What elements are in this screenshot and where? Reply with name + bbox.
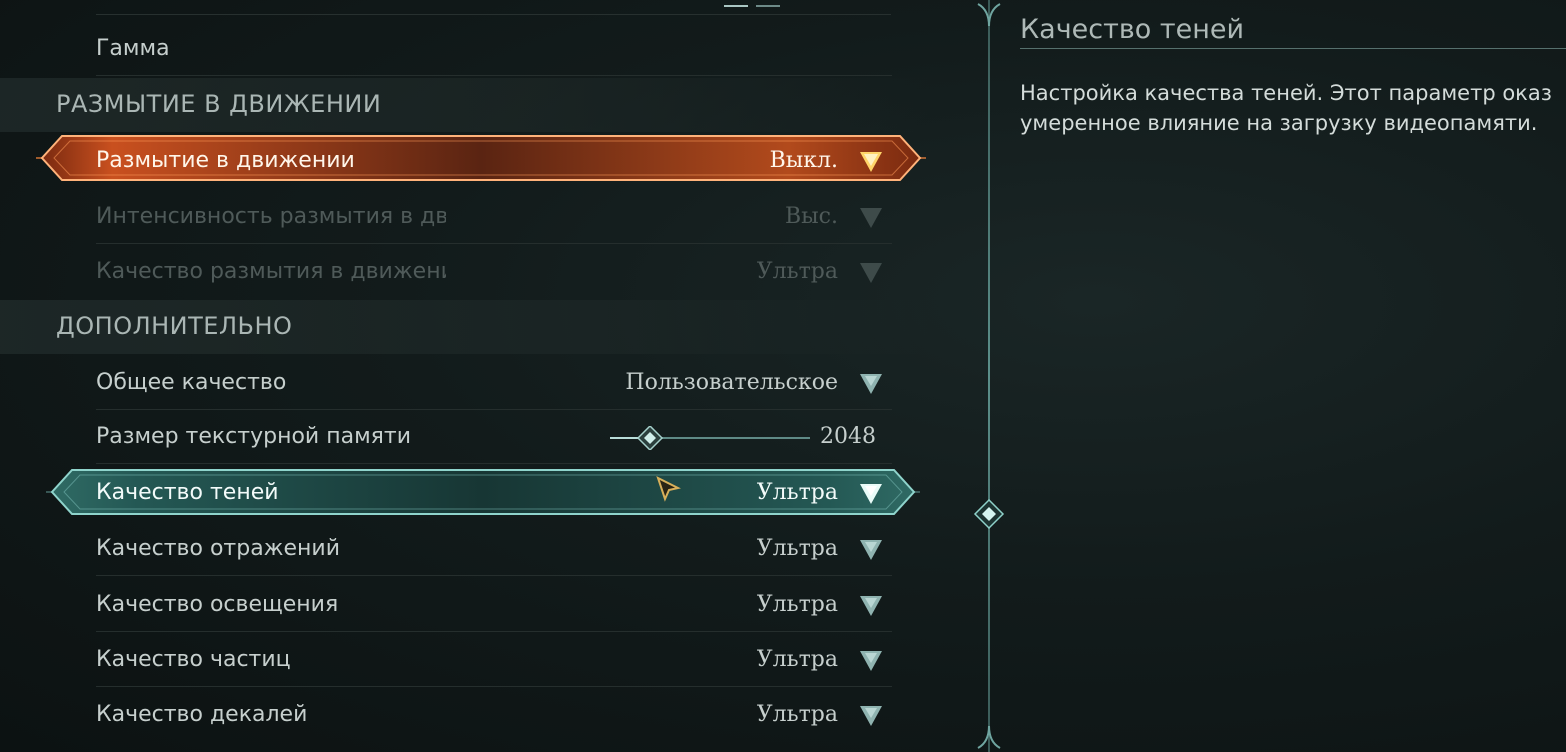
- dropdown-arrow-icon[interactable]: [858, 538, 884, 562]
- setting-label: Размер текстурной памяти: [96, 424, 412, 449]
- divider-diamond-icon: [973, 498, 1005, 530]
- section-header-advanced: ДОПОЛНИТЕЛЬНО: [56, 312, 293, 340]
- row-separator: [96, 463, 892, 464]
- scroll-indicator: [724, 5, 780, 9]
- setting-row-motion-blur[interactable]: Размытие в движении Выкл.: [96, 136, 886, 184]
- setting-row-blur-quality: Качество размытия в движени Ультра: [96, 247, 886, 295]
- arrow-cursor-icon: [656, 476, 681, 502]
- dropdown-arrow-icon: [860, 208, 882, 228]
- setting-value: Ультра: [756, 536, 838, 561]
- info-line: Настройка качества теней. Этот параметр …: [1020, 81, 1552, 105]
- dropdown-arrow-icon[interactable]: [858, 594, 884, 618]
- info-panel-title: Качество теней: [1020, 14, 1245, 45]
- setting-row-texture-memory[interactable]: Размер текстурной памяти 2048: [96, 412, 892, 464]
- row-separator: [96, 409, 892, 410]
- dropdown-arrow-icon[interactable]: [858, 704, 884, 728]
- info-panel-rule: [1020, 48, 1566, 49]
- setting-label: Качество освещения: [96, 592, 339, 617]
- setting-value: Ультра: [756, 647, 838, 672]
- setting-value: Ультра: [756, 592, 838, 617]
- dropdown-arrow-icon[interactable]: [858, 150, 884, 174]
- setting-label: Размытие в движении: [96, 148, 355, 173]
- section-header-motion-blur: РАЗМЫТИЕ В ДВИЖЕНИИ: [56, 90, 382, 118]
- setting-value: Пользовательское: [625, 370, 838, 395]
- row-separator: [96, 575, 892, 576]
- setting-label: Интенсивность размытия в дви: [96, 204, 446, 229]
- dropdown-arrow-icon: [860, 263, 882, 283]
- divider-line: [96, 14, 891, 15]
- setting-value: Ультра: [756, 480, 838, 505]
- setting-row-decal-quality[interactable]: Качество декалей Ультра: [96, 690, 886, 738]
- setting-label: Качество размытия в движени: [96, 259, 446, 284]
- scroll-tab-inactive: [756, 5, 780, 7]
- divider-bottom-ornament-icon: [977, 726, 1001, 749]
- setting-row-shadow-quality[interactable]: Качество теней Ультра: [96, 468, 886, 516]
- slider-handle-diamond-icon: [636, 426, 664, 450]
- texture-memory-slider[interactable]: [610, 426, 810, 450]
- setting-row-reflection-quality[interactable]: Качество отражений Ультра: [96, 524, 892, 576]
- slider-value: 2048: [820, 424, 876, 449]
- setting-value: Ультра: [756, 259, 838, 284]
- row-separator: [96, 75, 892, 76]
- row-separator: [96, 243, 892, 244]
- divider-top-ornament-icon: [977, 3, 1001, 27]
- setting-label: Качество теней: [96, 480, 279, 505]
- setting-row-lighting-quality[interactable]: Качество освещения Ультра: [96, 580, 892, 632]
- setting-value: Ультра: [756, 702, 838, 727]
- dropdown-arrow-icon[interactable]: [858, 372, 884, 396]
- row-separator: [96, 686, 892, 687]
- setting-value: Выс.: [785, 204, 838, 229]
- info-panel-description: Настройка качества теней. Этот параметр …: [1020, 78, 1566, 138]
- setting-label: Общее качество: [96, 370, 287, 395]
- dropdown-arrow-icon[interactable]: [858, 482, 884, 506]
- panel-divider: [988, 0, 990, 752]
- setting-row-gamma[interactable]: Гамма: [96, 24, 892, 76]
- setting-label: Качество частиц: [96, 647, 291, 672]
- info-line: умеренное влияние на загрузку видеопамят…: [1020, 111, 1538, 135]
- setting-label: Качество декалей: [96, 702, 308, 727]
- setting-row-overall-quality[interactable]: Общее качество Пользовательское: [96, 358, 892, 410]
- setting-value: Выкл.: [769, 148, 838, 173]
- setting-label: Гамма: [96, 36, 170, 61]
- row-separator: [96, 631, 892, 632]
- setting-row-particle-quality[interactable]: Качество частиц Ультра: [96, 635, 892, 687]
- setting-row-blur-intensity: Интенсивность размытия в дви Выс.: [96, 192, 892, 244]
- setting-label: Качество отражений: [96, 536, 341, 561]
- dropdown-arrow-icon[interactable]: [858, 649, 884, 673]
- scroll-tab-active: [724, 5, 748, 7]
